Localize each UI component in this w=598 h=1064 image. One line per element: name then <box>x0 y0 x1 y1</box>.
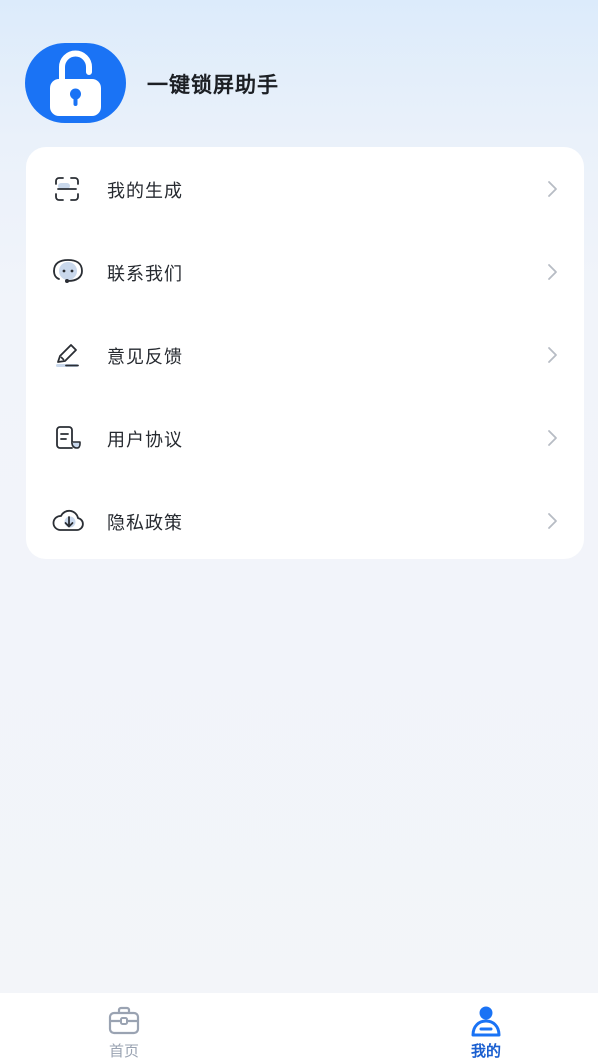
menu-item-label: 意见反馈 <box>107 347 183 368</box>
menu-item-feedback[interactable]: 意见反馈 <box>26 313 584 396</box>
document-icon <box>52 423 82 453</box>
toolbox-icon <box>107 1005 141 1037</box>
tab-mine-label: 我的 <box>470 1042 501 1060</box>
pencil-icon <box>52 340 82 370</box>
padlock-icon <box>50 50 101 116</box>
menu-item-privacy-policy[interactable]: 隐私政策 <box>26 479 584 562</box>
chevron-right-icon <box>546 511 560 531</box>
tab-home-label: 首页 <box>108 1042 139 1060</box>
cloud-download-icon <box>50 506 86 536</box>
menu-item-label: 隐私政策 <box>107 513 183 534</box>
chevron-right-icon <box>546 179 560 199</box>
scan-icon <box>52 174 82 204</box>
app-title: 一键锁屏助手 <box>147 73 279 97</box>
menu-item-my-creations[interactable]: 我的生成 <box>26 147 584 230</box>
app-logo <box>25 43 126 123</box>
bottom-tab-bar: 首页 我的 <box>0 993 598 1064</box>
menu-item-contact-us[interactable]: 联系我们 <box>26 230 584 313</box>
menu-item-label: 用户协议 <box>107 430 183 451</box>
menu-card: 我的生成 联系我们 意见反馈 用户协议 隐私政策 <box>26 147 584 559</box>
menu-item-label: 我的生成 <box>107 181 183 202</box>
tab-home[interactable]: 首页 <box>64 993 184 1064</box>
menu-item-label: 联系我们 <box>107 264 183 285</box>
menu-item-user-agreement[interactable]: 用户协议 <box>26 396 584 479</box>
tab-mine[interactable]: 我的 <box>426 993 546 1064</box>
chevron-right-icon <box>546 428 560 448</box>
chevron-right-icon <box>546 262 560 282</box>
customer-service-icon <box>50 257 86 287</box>
header: 一键锁屏助手 <box>0 0 598 140</box>
chevron-right-icon <box>546 345 560 365</box>
user-icon <box>469 1005 503 1037</box>
